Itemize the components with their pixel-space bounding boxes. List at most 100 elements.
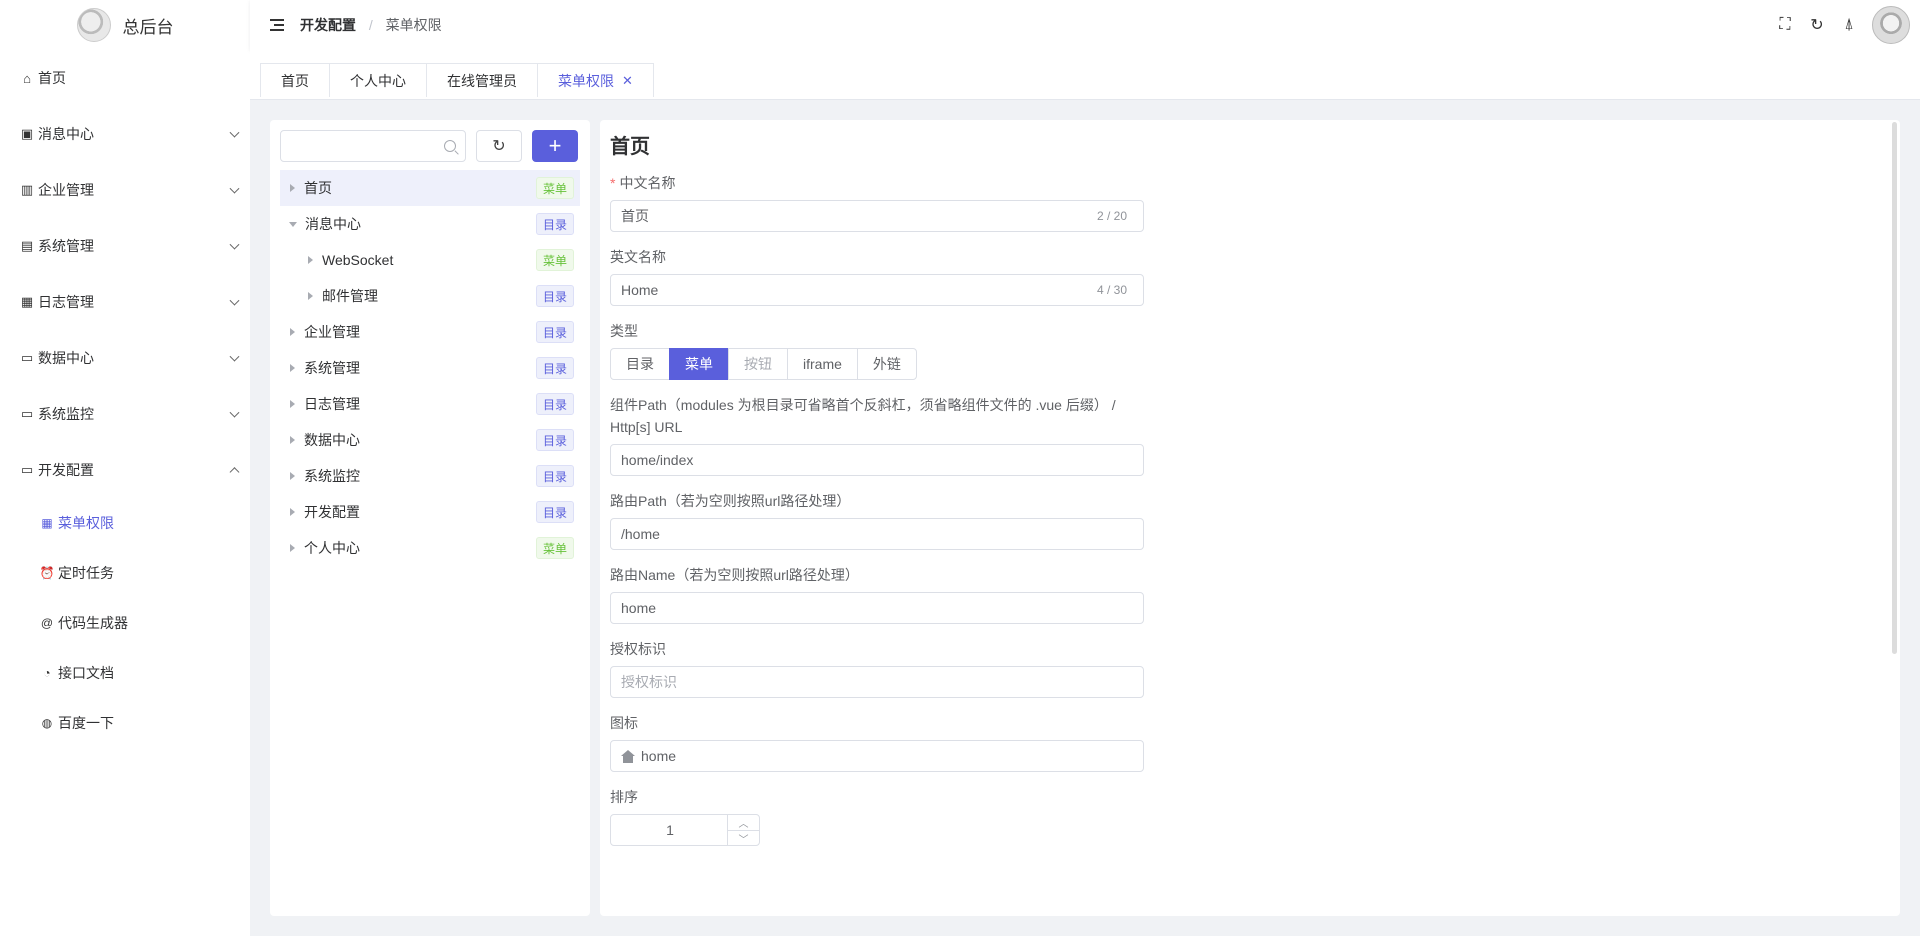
type-label: 类型 bbox=[610, 323, 638, 339]
sidebar-item-5[interactable]: ▭ 数据中心 bbox=[0, 330, 250, 386]
sidebar-item-7[interactable]: ▭ 开发配置 bbox=[0, 442, 250, 498]
permission-placeholder: 授权标识 bbox=[621, 674, 677, 690]
type-radio-group: 目录 菜单 按钮 iframe 外链 bbox=[610, 348, 1890, 380]
tree-node[interactable]: 企业管理 目录 bbox=[280, 314, 580, 350]
caret-right-icon[interactable] bbox=[290, 508, 295, 516]
component-path-input[interactable]: home/index bbox=[610, 444, 1144, 476]
avatar[interactable] bbox=[1872, 6, 1910, 44]
alarm-clock-icon: ⏰ bbox=[39, 566, 55, 580]
type-option-4[interactable]: 外链 bbox=[856, 348, 917, 380]
route-name-label: 路由Name（若为空则按照url路径处理） bbox=[610, 567, 859, 583]
caret-right-icon[interactable] bbox=[308, 292, 313, 300]
node-type-tag: 目录 bbox=[535, 465, 574, 487]
scrollbar[interactable] bbox=[1892, 122, 1897, 654]
sidebar-item-0[interactable]: ⌂ 首页 bbox=[0, 50, 250, 106]
sidebar-item-label: 开发配置 bbox=[38, 462, 94, 478]
sidebar-subitem-0[interactable]: ▦ 菜单权限 bbox=[0, 498, 250, 548]
tree-node-label: 开发配置 bbox=[304, 504, 360, 520]
menu-tree-panel: ↻ + 首页 菜单 消息中心 目录 WebSocket 菜单 邮件管理 目录 企业管理 目录 系统管… bbox=[270, 120, 590, 916]
tab-0[interactable]: 首页 bbox=[260, 63, 330, 97]
header: 开发配置 / 菜单权限 ⛶ ↻ ⍋ bbox=[250, 0, 1920, 50]
type-option-3[interactable]: iframe bbox=[787, 348, 858, 380]
tree-node[interactable]: 开发配置 目录 bbox=[280, 494, 580, 530]
sidebar: 总后台 ⌂ 首页 ▣ 消息中心 ▥ 企业管理 ▤ 系统管理 ▦ 日志管理 ▭ 数据中心 ▭ 系统监控 ▭ 开发… bbox=[0, 0, 250, 936]
tree-node-label: 邮件管理 bbox=[322, 288, 378, 304]
tree-search-input[interactable] bbox=[281, 131, 465, 161]
search-icon[interactable] bbox=[444, 140, 456, 152]
tab-3[interactable]: 菜单权限 ✕ bbox=[537, 63, 654, 97]
sidebar-subitem-4[interactable]: ◍ 百度一下 bbox=[0, 698, 250, 748]
caret-right-icon[interactable] bbox=[290, 328, 295, 336]
caret-right-icon[interactable] bbox=[290, 364, 295, 372]
globe-icon: ◍ bbox=[41, 716, 53, 730]
icon-value: home bbox=[641, 748, 677, 764]
breadcrumb-separator: / bbox=[368, 17, 373, 33]
tree-node-label: 系统管理 bbox=[304, 360, 360, 376]
increase-icon[interactable]: ︿ bbox=[728, 815, 759, 831]
breadcrumb: 开发配置 / 菜单权限 bbox=[300, 15, 442, 35]
caret-right-icon[interactable] bbox=[290, 436, 295, 444]
tree-node[interactable]: WebSocket 菜单 bbox=[280, 242, 580, 278]
icon-select[interactable]: home bbox=[610, 740, 1144, 772]
chat-icon: ▣ bbox=[20, 126, 34, 141]
route-path-input[interactable]: /home bbox=[610, 518, 1144, 550]
fullscreen-icon[interactable]: ⛶ bbox=[1776, 16, 1794, 34]
sidebar-subitem-1[interactable]: ⏰ 定时任务 bbox=[0, 548, 250, 598]
tree-node[interactable]: 个人中心 菜单 bbox=[280, 530, 580, 566]
monitor-icon: ▭ bbox=[20, 350, 34, 365]
sidebar-item-4[interactable]: ▦ 日志管理 bbox=[0, 274, 250, 330]
permission-input[interactable]: 授权标识 bbox=[610, 666, 1144, 698]
cn-name-input[interactable]: 首页 2 / 20 bbox=[610, 200, 1144, 232]
plus-icon: + bbox=[548, 133, 562, 158]
tree-node[interactable]: 数据中心 目录 bbox=[280, 422, 580, 458]
chevron-down-icon bbox=[229, 351, 240, 362]
required-mark: * bbox=[610, 175, 616, 191]
logo-icon bbox=[76, 8, 111, 42]
type-option-0[interactable]: 目录 bbox=[610, 348, 670, 380]
tree-node[interactable]: 消息中心 目录 bbox=[280, 206, 580, 242]
form-item-route-path: 路由Path（若为空则按照url路径处理） /home bbox=[610, 490, 1890, 550]
tab-2[interactable]: 在线管理员 bbox=[426, 63, 538, 97]
tree-node-label: 首页 bbox=[304, 180, 332, 196]
caret-right-icon[interactable] bbox=[290, 400, 295, 408]
sidebar-item-1[interactable]: ▣ 消息中心 bbox=[0, 106, 250, 162]
en-name-input[interactable]: Home 4 / 30 bbox=[610, 274, 1144, 306]
tab-1[interactable]: 个人中心 bbox=[329, 63, 427, 97]
caret-right-icon[interactable] bbox=[308, 256, 313, 264]
refresh-tree-button[interactable]: ↻ bbox=[476, 130, 522, 162]
tree-node[interactable]: 日志管理 目录 bbox=[280, 386, 580, 422]
caret-down-icon[interactable] bbox=[289, 221, 297, 227]
chevron-down-icon bbox=[229, 295, 240, 306]
close-icon[interactable]: ✕ bbox=[622, 73, 633, 89]
tree-node[interactable]: 邮件管理 目录 bbox=[280, 278, 580, 314]
tree-search bbox=[280, 130, 466, 162]
sidebar-subitem-3[interactable]: ◔ 接口文档 bbox=[0, 648, 250, 698]
decrease-icon[interactable]: ﹀ bbox=[728, 831, 759, 846]
logo[interactable]: 总后台 bbox=[0, 0, 250, 50]
tree-node[interactable]: 系统监控 目录 bbox=[280, 458, 580, 494]
menu-toggle-icon[interactable] bbox=[270, 19, 284, 31]
caret-right-icon[interactable] bbox=[290, 184, 295, 192]
sort-number-input[interactable]: 1 ︿ ﹀ bbox=[610, 814, 760, 846]
sidebar-subitem-2[interactable]: @ 代码生成器 bbox=[0, 598, 250, 648]
broom-icon[interactable]: ⍋ bbox=[1840, 16, 1858, 34]
tree-node-label: 日志管理 bbox=[304, 396, 360, 412]
sidebar-item-6[interactable]: ▭ 系统监控 bbox=[0, 386, 250, 442]
tree-node[interactable]: 系统管理 目录 bbox=[280, 350, 580, 386]
sidebar-item-3[interactable]: ▤ 系统管理 bbox=[0, 218, 250, 274]
tree-node-label: WebSocket bbox=[322, 252, 394, 268]
breadcrumb-item[interactable]: 开发配置 bbox=[300, 17, 356, 33]
sidebar-item-2[interactable]: ▥ 企业管理 bbox=[0, 162, 250, 218]
menu-form-panel: 首页 * 中文名称 首页 2 / 20 英文名称 Home 4 / 30 类型 目… bbox=[600, 120, 1900, 916]
node-type-tag: 菜单 bbox=[535, 537, 574, 559]
caret-right-icon[interactable] bbox=[290, 472, 295, 480]
add-menu-button[interactable]: + bbox=[532, 130, 578, 162]
route-name-input[interactable]: home bbox=[610, 592, 1144, 624]
caret-right-icon[interactable] bbox=[290, 544, 295, 552]
type-option-1[interactable]: 菜单 bbox=[669, 348, 729, 380]
refresh-icon[interactable]: ↻ bbox=[1808, 16, 1826, 34]
permission-label: 授权标识 bbox=[610, 641, 666, 657]
cn-name-label: * 中文名称 bbox=[610, 175, 676, 191]
tree-node-label: 企业管理 bbox=[304, 324, 360, 340]
tree-node[interactable]: 首页 菜单 bbox=[280, 170, 580, 206]
